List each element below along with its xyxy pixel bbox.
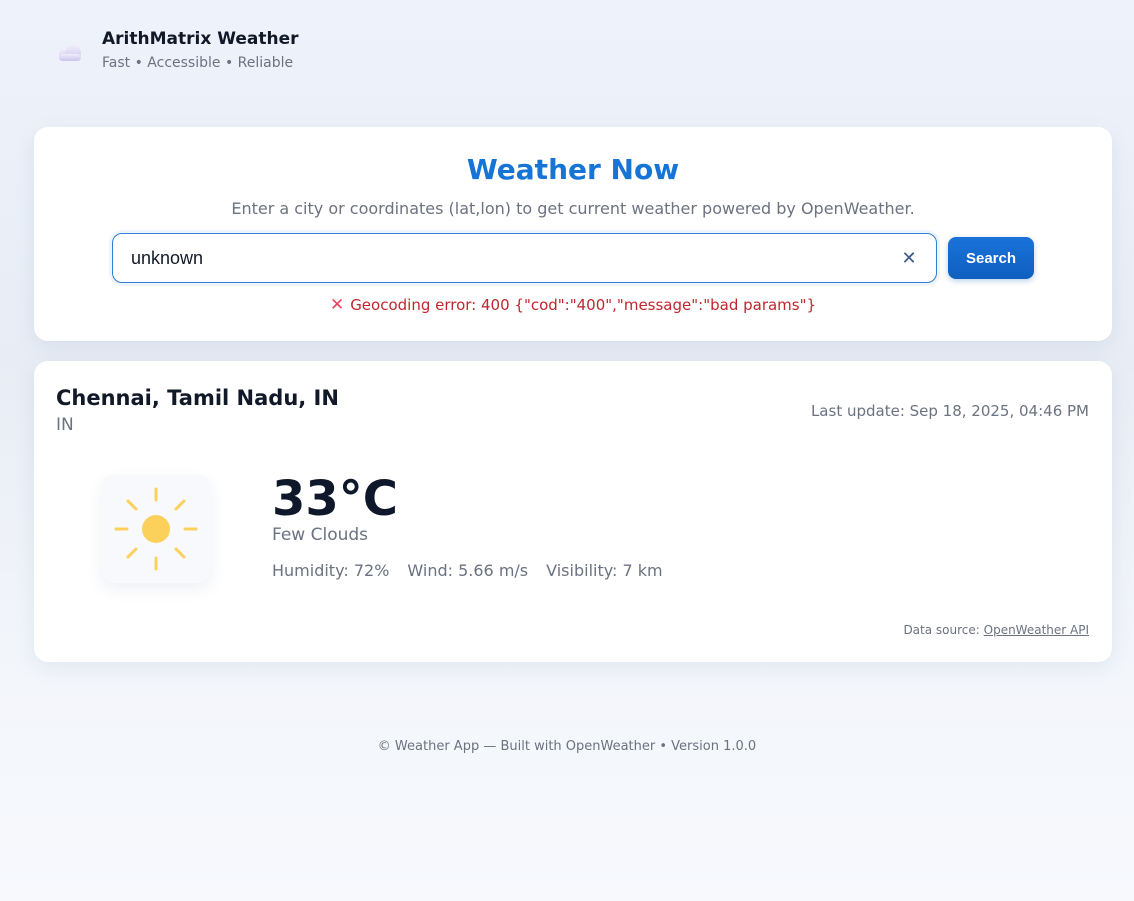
location-country: IN (56, 415, 74, 435)
sun-icon (114, 487, 198, 571)
data-source-label: Data source: (903, 623, 980, 637)
error-text: Geocoding error: 400 {"cod":"400","messa… (350, 296, 817, 314)
cloud-icon (54, 42, 86, 66)
weather-icon-tile (102, 475, 210, 583)
page-subtitle: Enter a city or coordinates (lat,lon) to… (231, 199, 915, 218)
data-source-link[interactable]: OpenWeather API (984, 623, 1089, 637)
visibility: Visibility: 7 km (546, 561, 663, 580)
weather-stats: Humidity: 72% Wind: 5.66 m/s Visibility:… (272, 561, 663, 580)
app-tagline: Fast • Accessible • Reliable (102, 55, 294, 71)
brand-header: ArithMatrix Weather Fast • Accessible • … (54, 28, 299, 72)
app-title: ArithMatrix Weather (102, 29, 299, 49)
error-message: ✕ Geocoding error: 400 {"cod":"400","mess… (34, 295, 1112, 315)
page-title: Weather Now (466, 153, 680, 186)
data-source: Data source: OpenWeather API (903, 623, 1089, 637)
location-name: Chennai, Tamil Nadu, IN (56, 386, 339, 410)
weather-condition: Few Clouds (272, 525, 369, 545)
error-x-icon: ✕ (329, 295, 345, 315)
close-icon[interactable]: ✕ (898, 247, 920, 269)
humidity: Humidity: 72% (272, 561, 390, 580)
search-input[interactable] (113, 234, 936, 282)
last-update: Last update: Sep 18, 2025, 04:46 PM (810, 402, 1089, 420)
search-field: ✕ (112, 233, 937, 283)
temperature: 33°C (272, 471, 399, 527)
wind: Wind: 5.66 m/s (407, 561, 529, 580)
search-card: Weather Now Enter a city or coordinates … (34, 127, 1112, 341)
search-button[interactable]: Search (948, 237, 1034, 279)
weather-card: Chennai, Tamil Nadu, IN IN Last update: … (34, 361, 1112, 662)
footer: © Weather App — Built with OpenWeather •… (377, 739, 757, 754)
